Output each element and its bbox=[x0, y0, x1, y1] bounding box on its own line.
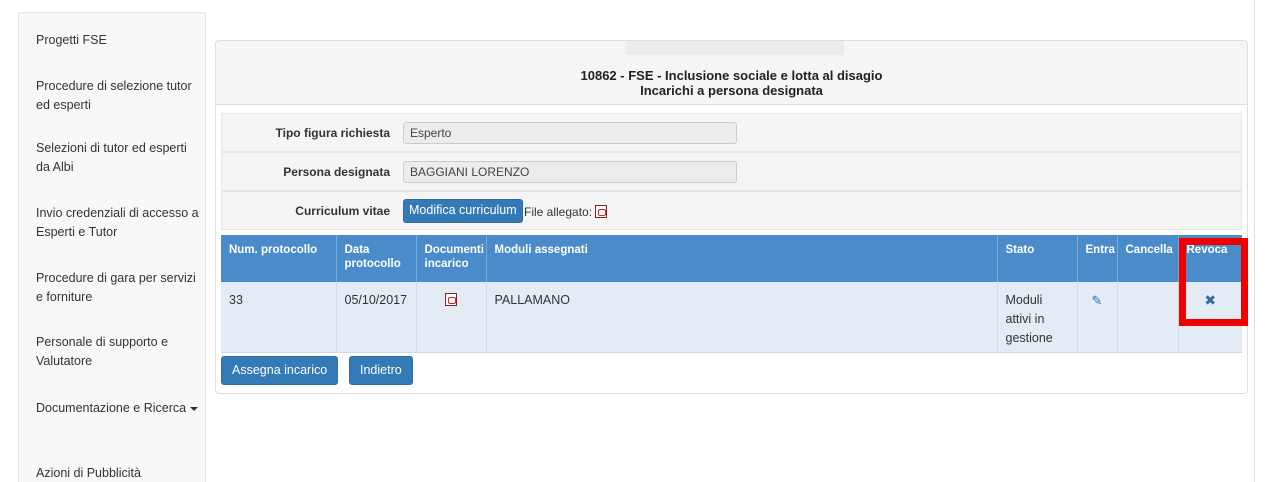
header-stato: Stato bbox=[997, 235, 1078, 282]
sidebar-item-pubblicita[interactable]: Azioni di Pubblicità bbox=[36, 464, 201, 482]
file-allegato-label: File allegato: bbox=[524, 205, 593, 219]
cell-num-protocollo: 33 bbox=[221, 282, 337, 353]
incarichi-table: Num. protocollo Data protocollo Document… bbox=[221, 235, 1242, 353]
header-moduli-assegnati: Moduli assegnati bbox=[486, 235, 998, 282]
sidebar-nav: Progetti FSE Procedure di selezione tuto… bbox=[18, 12, 206, 482]
header-documenti-incarico: Documenti incarico bbox=[416, 235, 487, 282]
assegna-incarico-button[interactable]: Assegna incarico bbox=[221, 356, 339, 385]
sidebar-item-progetti-fse[interactable]: Progetti FSE bbox=[36, 31, 201, 50]
cell-moduli-assegnati: PALLAMANO bbox=[486, 282, 998, 353]
sidebar-item-procedure-selezione[interactable]: Procedure di selezione tutor ed esperti bbox=[36, 77, 201, 115]
cv-label: Curriculum vitae bbox=[295, 204, 390, 218]
page-divider bbox=[1254, 0, 1255, 482]
header-entra: Entra bbox=[1077, 235, 1118, 282]
pencil-icon[interactable]: ✎ bbox=[1092, 293, 1103, 308]
sidebar-item-procedure-gara[interactable]: Procedure di gara per servizi e fornitur… bbox=[36, 269, 201, 307]
cell-stato: Moduli attivi in gestione bbox=[997, 282, 1078, 353]
table-header-row: Num. protocollo Data protocollo Document… bbox=[221, 235, 1242, 282]
panel-title: 10862 - FSE - Inclusione sociale e lotta… bbox=[580, 68, 883, 83]
sidebar-item-invio-credenziali[interactable]: Invio credenziali di accesso a Esperti e… bbox=[36, 204, 201, 242]
cell-documenti bbox=[416, 282, 487, 353]
indietro-button[interactable]: Indietro bbox=[349, 356, 413, 385]
persona-field[interactable]: BAGGIANI LORENZO bbox=[403, 161, 737, 183]
file-allegato: File allegato: bbox=[524, 205, 608, 219]
revoca-highlight-box bbox=[1179, 238, 1248, 326]
cell-entra: ✎ bbox=[1077, 282, 1118, 353]
cell-data-protocollo: 05/10/2017 bbox=[336, 282, 417, 353]
form-row-tipo: Tipo figura richiesta Esperto bbox=[221, 113, 1242, 152]
header-data-protocollo: Data protocollo bbox=[336, 235, 417, 282]
pdf-icon[interactable] bbox=[445, 293, 457, 306]
form-row-cv: Curriculum vitae Modifica curriculum Fil… bbox=[221, 191, 1242, 230]
header-tab-bar bbox=[626, 41, 844, 55]
sidebar-item-documentazione-label: Documentazione e Ricerca bbox=[36, 401, 187, 415]
incarichi-panel: 10862 - FSE - Inclusione sociale e lotta… bbox=[215, 40, 1248, 394]
header-num-protocollo: Num. protocollo bbox=[221, 235, 337, 282]
modifica-curriculum-button[interactable]: Modifica curriculum bbox=[403, 199, 523, 223]
tipo-field[interactable]: Esperto bbox=[403, 122, 737, 144]
table-row: 33 05/10/2017 PALLAMANO Moduli attivi in… bbox=[221, 282, 1242, 353]
form-row-persona: Persona designata BAGGIANI LORENZO bbox=[221, 152, 1242, 191]
header-cancella: Cancella bbox=[1117, 235, 1179, 282]
sidebar-item-personale-supporto[interactable]: Personale di supporto e Valutatore bbox=[36, 333, 201, 371]
cell-cancella bbox=[1117, 282, 1179, 353]
persona-label: Persona designata bbox=[283, 165, 390, 179]
panel-subtitle: Incarichi a persona designata bbox=[640, 83, 823, 98]
tipo-label: Tipo figura richiesta bbox=[275, 126, 390, 140]
sidebar-item-selezioni-albi[interactable]: Selezioni di tutor ed esperti da Albi bbox=[36, 139, 201, 177]
panel-header: 10862 - FSE - Inclusione sociale e lotta… bbox=[216, 41, 1247, 105]
caret-down-icon bbox=[190, 406, 199, 411]
pdf-icon[interactable] bbox=[595, 205, 608, 218]
sidebar-item-documentazione[interactable]: Documentazione e Ricerca bbox=[36, 399, 201, 418]
